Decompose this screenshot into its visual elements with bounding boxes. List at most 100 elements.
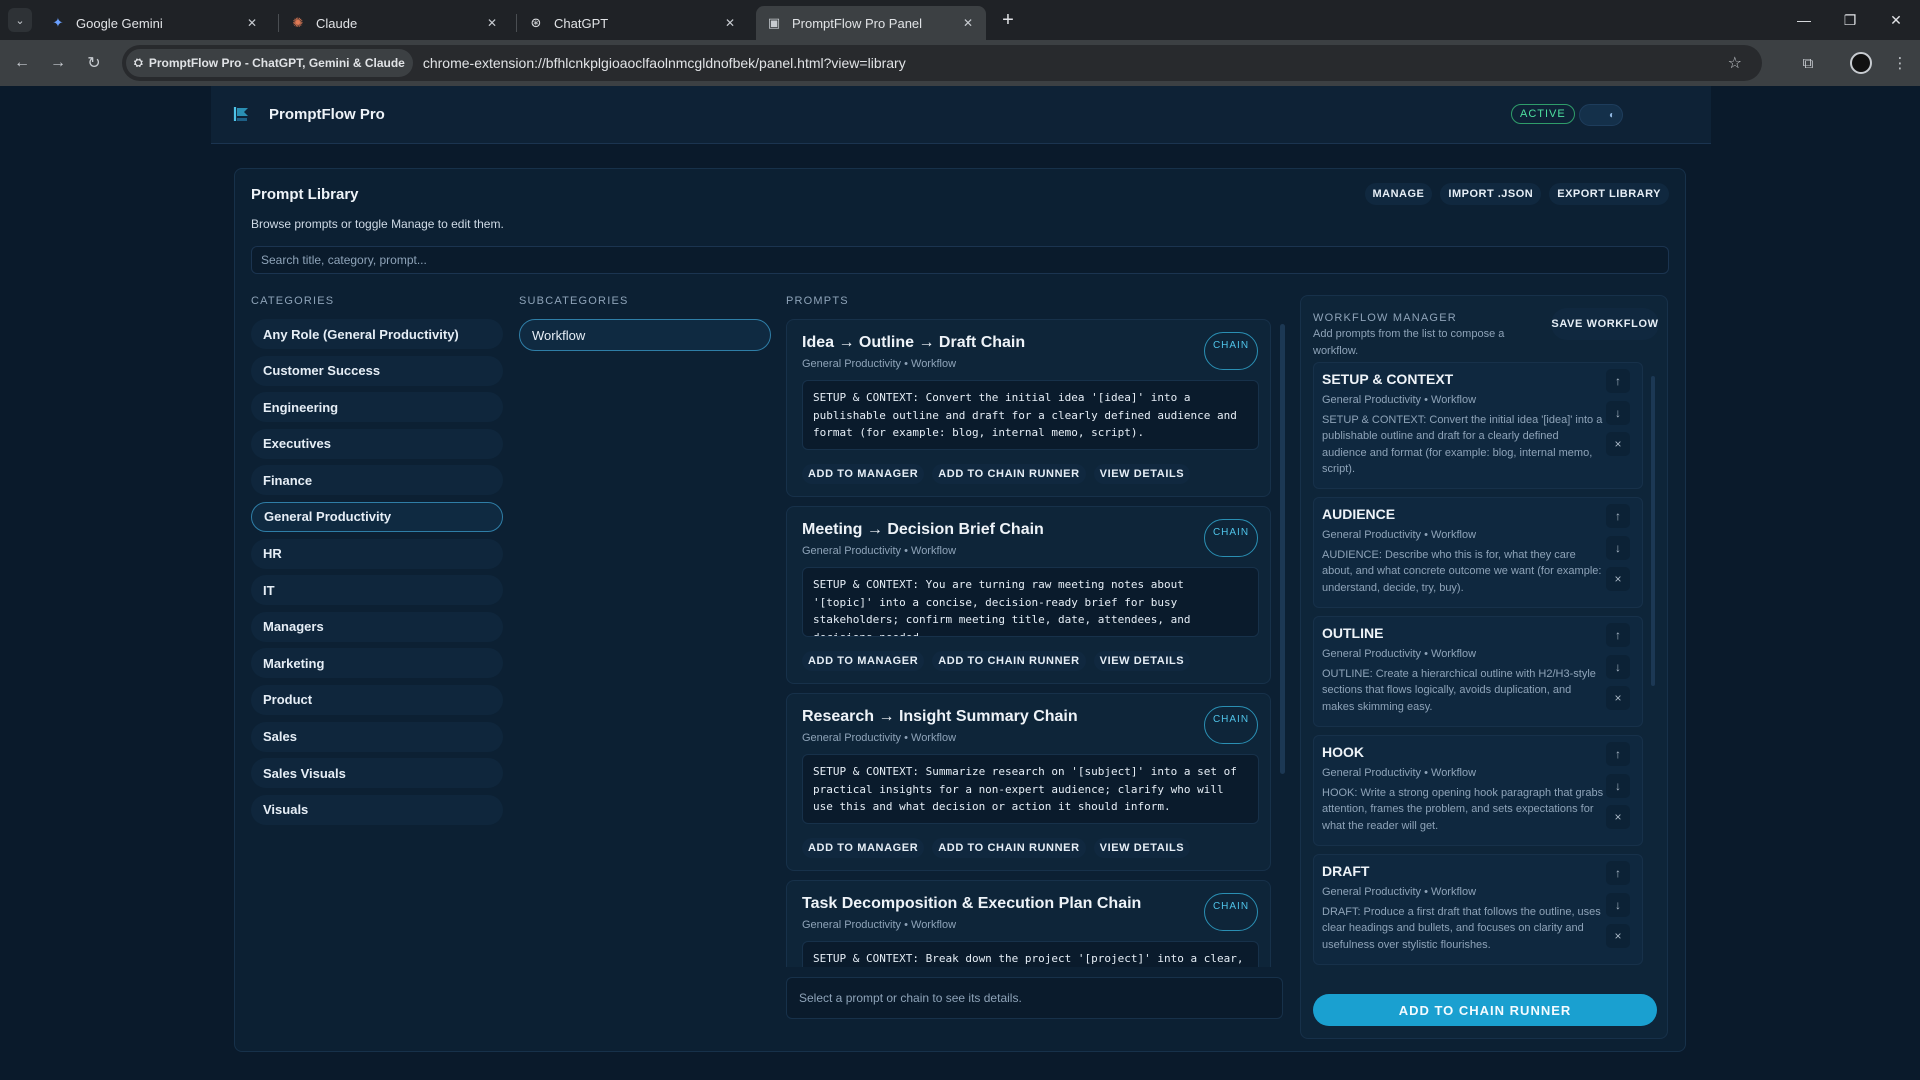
close-icon[interactable]: ✕ [960,16,976,30]
move-down-button[interactable]: ↓ [1606,893,1630,917]
prompt-list: Idea → Outline → Draft Chain General Pro… [786,319,1283,967]
close-window-button[interactable]: ✕ [1884,8,1908,32]
category-list: Any Role (General Productivity) Customer… [251,319,503,831]
prompt-card[interactable]: Meeting → Decision Brief Chain General P… [786,506,1271,684]
tab-claude[interactable]: ✺ Claude ✕ [280,6,510,40]
reload-icon: ↻ [87,55,101,72]
forward-button[interactable]: → [46,51,70,75]
move-down-button[interactable]: ↓ [1606,655,1630,679]
category-item[interactable]: Finance [251,465,503,496]
site-info-chip[interactable]: ⛭ PromptFlow Pro - ChatGPT, Gemini & Cla… [126,49,413,77]
move-down-button[interactable]: ↓ [1606,536,1630,560]
library-actions: MANAGE IMPORT .JSON EXPORT LIBRARY [1364,183,1669,205]
remove-step-button[interactable]: × [1606,432,1630,456]
restore-button[interactable]: ❐ [1838,8,1862,32]
remove-step-button[interactable]: × [1606,924,1630,948]
add-to-chain-runner-main-button[interactable]: ADD TO CHAIN RUNNER [1313,994,1657,1026]
tab-title: PromptFlow Pro Panel [792,15,923,31]
export-library-button[interactable]: EXPORT LIBRARY [1549,183,1669,205]
search-input[interactable] [251,246,1669,274]
add-to-chain-runner-button[interactable]: ADD TO CHAIN RUNNER [932,838,1086,858]
remove-step-button[interactable]: × [1606,805,1630,829]
app-title: PromptFlow Pro [269,106,385,123]
remove-step-button[interactable]: × [1606,686,1630,710]
add-to-manager-button[interactable]: ADD TO MANAGER [802,838,925,858]
promptflow-icon: ▣ [767,15,781,30]
view-details-button[interactable]: VIEW DETAILS [1093,464,1191,484]
remove-step-button[interactable]: × [1606,567,1630,591]
close-icon[interactable]: ✕ [244,16,260,30]
category-item[interactable]: Visuals [251,794,503,825]
subcategory-item-workflow[interactable]: Workflow [519,319,771,351]
plus-icon: + [1002,8,1014,31]
bookmark-star-icon[interactable]: ☆ [1728,53,1742,73]
tab-promptflow-pro-panel[interactable]: ▣ PromptFlow Pro Panel ✕ [756,6,986,40]
import-json-button[interactable]: IMPORT .JSON [1440,183,1542,205]
close-icon[interactable]: ✕ [722,16,738,30]
add-to-chain-runner-button[interactable]: ADD TO CHAIN RUNNER [932,464,1086,484]
theme-toggle[interactable]: ◐ [1579,104,1623,126]
move-down-button[interactable]: ↓ [1606,401,1630,425]
extensions-button[interactable]: ⧉ [1796,51,1820,75]
workflow-step[interactable]: AUDIENCE General Productivity • Workflow… [1313,497,1643,608]
add-to-chain-runner-button[interactable]: ADD TO CHAIN RUNNER [932,651,1086,671]
move-up-button[interactable]: ↑ [1606,861,1630,885]
category-item[interactable]: Sales [251,721,503,752]
browser-menu-button[interactable]: ⋮ [1888,51,1912,75]
workflow-step[interactable]: OUTLINE General Productivity • Workflow … [1313,616,1643,727]
back-button[interactable]: ← [10,51,34,75]
view-details-button[interactable]: VIEW DETAILS [1093,838,1191,858]
move-up-button[interactable]: ↑ [1606,369,1630,393]
reload-button[interactable]: ↻ [82,51,106,75]
scrollbar-thumb[interactable] [1280,324,1285,774]
tab-search-button[interactable]: ⌄ [8,8,32,32]
add-to-manager-button[interactable]: ADD TO MANAGER [802,464,925,484]
prompt-card[interactable]: Research → Insight Summary Chain General… [786,693,1271,871]
category-item[interactable]: IT [251,575,503,606]
restore-icon: ❐ [1843,11,1857,28]
manage-button[interactable]: MANAGE [1364,183,1433,205]
move-up-button[interactable]: ↑ [1606,742,1630,766]
tab-google-gemini[interactable]: ✦ Google Gemini ✕ [40,6,270,40]
close-icon[interactable]: ✕ [484,16,500,30]
address-bar[interactable]: ⛭ PromptFlow Pro - ChatGPT, Gemini & Cla… [122,45,1762,81]
category-item[interactable]: Marketing [251,648,503,679]
prompt-title: Idea → Outline → Draft Chain [802,334,1026,351]
view-details-button[interactable]: VIEW DETAILS [1093,651,1191,671]
workflow-step[interactable]: SETUP & CONTEXT General Productivity • W… [1313,362,1643,489]
tab-chatgpt[interactable]: ⊛ ChatGPT ✕ [518,6,748,40]
move-up-button[interactable]: ↑ [1606,504,1630,528]
minimize-button[interactable]: — [1792,8,1816,32]
workflow-step-title: HOOK [1322,744,1364,760]
profile-avatar[interactable] [1850,52,1872,74]
save-workflow-button[interactable]: SAVE WORKFLOW [1551,308,1659,340]
workflow-step-desc: HOOK: Write a strong opening hook paragr… [1322,787,1604,832]
category-item-selected[interactable]: General Productivity [251,501,503,532]
category-item[interactable]: Any Role (General Productivity) [251,319,503,349]
category-item[interactable]: Engineering [251,392,503,423]
workflow-step[interactable]: DRAFT General Productivity • Workflow DR… [1313,854,1643,965]
new-tab-button[interactable]: + [996,8,1020,32]
move-up-button[interactable]: ↑ [1606,623,1630,647]
workflow-step[interactable]: HOOK General Productivity • Workflow HOO… [1313,735,1643,846]
prompt-card[interactable]: Task Decomposition & Execution Plan Chai… [786,880,1271,967]
category-item[interactable]: Sales Visuals [251,758,503,789]
prompt-list-scrollbar[interactable] [1280,319,1285,967]
chain-badge: CHAIN [1204,893,1258,931]
category-item[interactable]: Executives [251,428,503,459]
minimize-icon: — [1797,12,1811,28]
workflow-scrollbar-thumb[interactable] [1651,376,1655,686]
category-item[interactable]: Managers [251,611,503,642]
prompt-card[interactable]: Idea → Outline → Draft Chain General Pro… [786,319,1271,497]
prompt-body: SETUP & CONTEXT: Convert the initial ide… [802,380,1259,450]
add-to-manager-button[interactable]: ADD TO MANAGER [802,651,925,671]
move-down-button[interactable]: ↓ [1606,774,1630,798]
category-item[interactable]: Product [251,684,503,715]
status-badge: ACTIVE [1511,104,1575,124]
tab-title: Claude [316,15,358,31]
url-text[interactable]: chrome-extension://bfhlcnkplgioaoclfaoln… [423,55,906,71]
prompt-details-placeholder: Select a prompt or chain to see its deta… [786,977,1283,1019]
category-item[interactable]: Customer Success [251,355,503,386]
puzzle-icon: ⧉ [1802,54,1814,72]
category-item[interactable]: HR [251,538,503,569]
